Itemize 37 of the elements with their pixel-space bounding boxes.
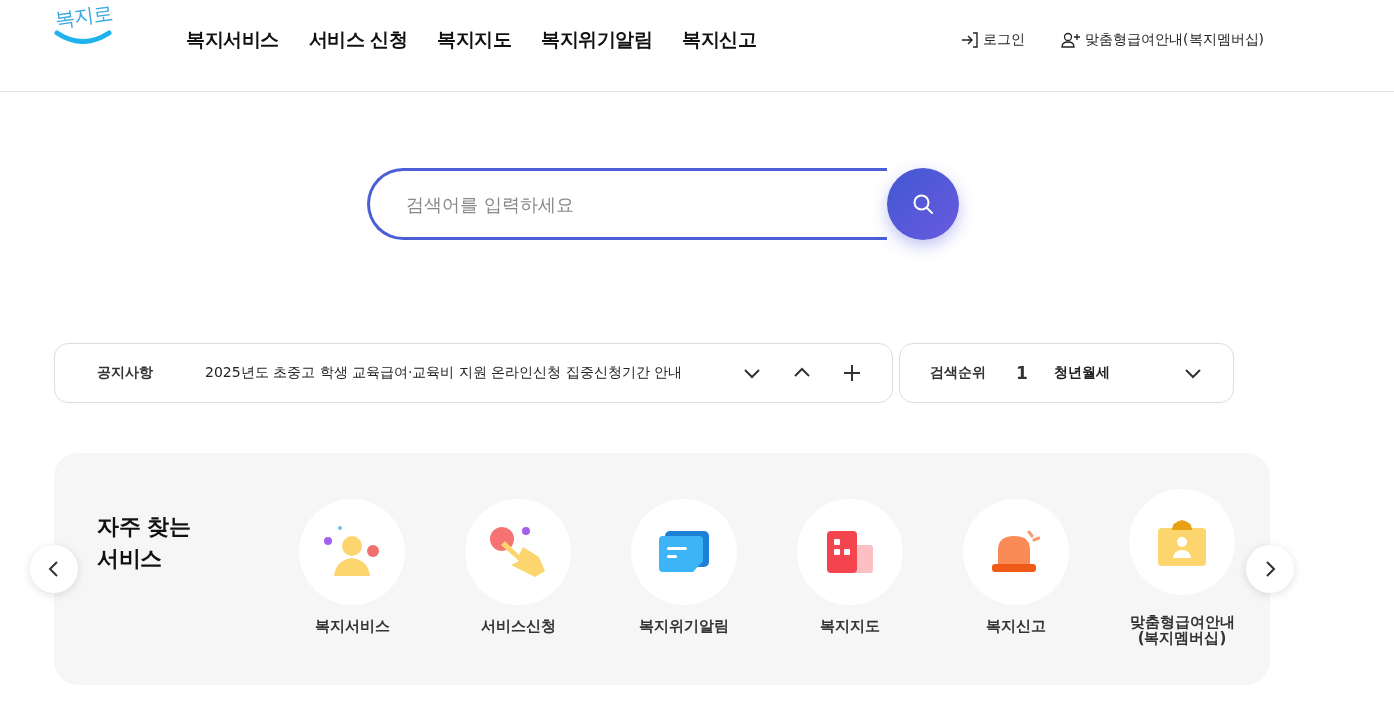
header-link[interactable]: 로그인 bbox=[961, 30, 1026, 49]
service-link[interactable]: 복지신고 bbox=[956, 499, 1076, 685]
ranking-label: 검색순위 bbox=[930, 364, 986, 382]
nav-link[interactable]: 복지서비스 bbox=[186, 26, 279, 53]
plus-icon bbox=[843, 364, 861, 382]
service-label: 복지서비스 bbox=[314, 619, 390, 635]
service-link[interactable]: 복지지도 bbox=[790, 499, 910, 685]
service-link[interactable]: 복지서비스 bbox=[292, 499, 412, 685]
pointing-hand-icon bbox=[489, 527, 547, 577]
siren-icon bbox=[992, 530, 1040, 574]
section-title: 자주 찾는 서비스 bbox=[97, 513, 192, 573]
nav-link[interactable]: 복지위기알림 bbox=[541, 26, 653, 53]
service-link[interactable]: 복지위기알림 bbox=[624, 499, 744, 685]
nav-link[interactable]: 복지신고 bbox=[682, 26, 757, 53]
person-icon bbox=[324, 526, 380, 578]
rank-number: 1 bbox=[1016, 363, 1028, 383]
id-badge-icon bbox=[1158, 518, 1206, 566]
service-label: 복지위기알림 bbox=[639, 619, 729, 635]
building-icon bbox=[827, 531, 873, 573]
message-icon bbox=[659, 531, 709, 573]
service-link[interactable]: 맞춤형급여안내 (복지멤버십) bbox=[1122, 489, 1242, 685]
service-label: 서비스신청 bbox=[480, 619, 556, 635]
service-label: 복지지도 bbox=[820, 619, 880, 635]
header-link[interactable]: 맞춤형급여안내(복지멤버십) bbox=[1061, 30, 1264, 49]
search-field[interactable]: 검색어를 입력하세요 bbox=[367, 168, 887, 240]
notice-label: 공지사항 bbox=[97, 364, 153, 382]
service-label: 맞춤형급여안내 (복지멤버십) bbox=[1129, 615, 1235, 647]
nav-link[interactable]: 서비스 신청 bbox=[308, 26, 408, 53]
notice-link[interactable]: 2025년도 초중고 학생 교육급여·교육비 지원 온라인신청 집중신청기간 안내 bbox=[205, 364, 683, 382]
service-link[interactable]: 서비스신청 bbox=[458, 499, 578, 685]
ranking-keyword[interactable]: 청년월세 bbox=[1053, 364, 1110, 382]
add-user-icon bbox=[1061, 31, 1082, 48]
nav-link[interactable]: 복지지도 bbox=[437, 26, 512, 53]
sign-in-icon bbox=[961, 31, 980, 48]
search-button[interactable] bbox=[887, 168, 959, 240]
search-icon bbox=[912, 193, 934, 215]
service-label: 복지신고 bbox=[986, 619, 1046, 635]
